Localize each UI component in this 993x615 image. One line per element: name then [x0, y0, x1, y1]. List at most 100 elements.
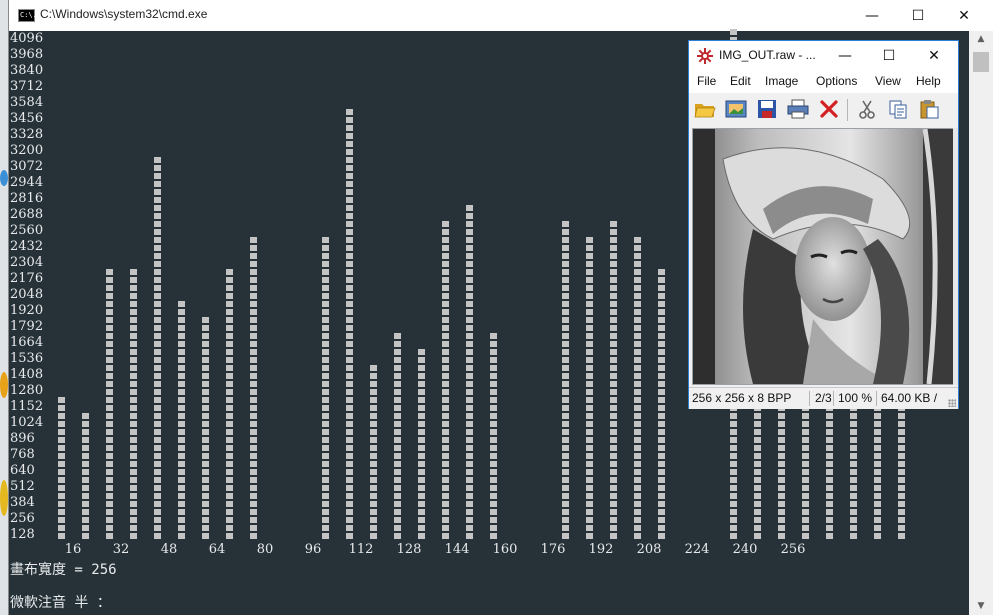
paste-icon[interactable] — [917, 97, 941, 121]
histogram-bar — [57, 397, 65, 541]
y-tick-label: 3200 — [10, 143, 44, 158]
viewer-menubar: File Edit Image Options View Help — [689, 71, 958, 93]
cmd-titlebar[interactable]: C:\. C:\Windows\system32\cmd.exe — ☐ ✕ — [9, 0, 993, 31]
x-tick-label: 32 — [112, 542, 130, 557]
viewer-scrollbar[interactable] — [953, 128, 958, 385]
y-tick-label: 1792 — [10, 319, 44, 334]
x-tick-label: 112 — [348, 542, 374, 557]
histogram-bar — [897, 397, 905, 541]
y-tick-label: 3328 — [10, 127, 44, 142]
viewer-minimize-button[interactable]: — — [825, 41, 865, 71]
histogram-bar — [393, 333, 401, 541]
y-tick-label: 1024 — [10, 415, 44, 430]
histogram-bar — [585, 237, 593, 541]
y-tick-label: 3968 — [10, 47, 44, 62]
cut-icon[interactable] — [855, 97, 879, 121]
viewer-maximize-button[interactable]: ☐ — [869, 41, 909, 71]
x-tick-label: 176 — [540, 542, 566, 557]
status-separator — [809, 391, 810, 406]
y-tick-label: 1664 — [10, 335, 44, 350]
x-tick-label: 80 — [256, 542, 274, 557]
menu-help[interactable]: Help — [916, 74, 941, 88]
x-tick-label: 96 — [304, 542, 322, 557]
histogram-bar — [657, 269, 665, 541]
cmd-title: C:\Windows\system32\cmd.exe — [40, 7, 208, 21]
histogram-bar — [417, 349, 425, 541]
y-tick-label: 1920 — [10, 303, 44, 318]
scroll-up-arrow[interactable]: ▲ — [969, 31, 993, 48]
background-icon — [0, 372, 8, 398]
image-canvas[interactable] — [692, 128, 956, 385]
histogram-bar — [441, 221, 449, 541]
background-icon — [0, 170, 8, 186]
resize-grip[interactable] — [948, 399, 956, 407]
y-tick-label: 1536 — [10, 351, 44, 366]
y-tick-label: 4096 — [10, 31, 44, 46]
scroll-down-arrow[interactable]: ▼ — [969, 598, 993, 615]
open-folder-icon[interactable] — [693, 97, 717, 121]
histogram-bar — [105, 269, 113, 541]
scroll-thumb[interactable] — [973, 52, 989, 72]
histogram-bar — [345, 109, 353, 541]
menu-view[interactable]: View — [875, 74, 901, 88]
menu-edit[interactable]: Edit — [730, 74, 751, 88]
histogram-bar — [753, 397, 761, 541]
console-icon: C:\. — [18, 9, 37, 22]
x-tick-label: 256 — [780, 542, 806, 557]
copy-icon[interactable] — [886, 97, 910, 121]
y-tick-label: 2816 — [10, 191, 44, 206]
histogram-bar — [129, 269, 137, 541]
histogram-bar — [225, 269, 233, 541]
slideshow-icon[interactable] — [724, 97, 748, 121]
save-icon[interactable] — [755, 97, 779, 121]
maximize-button[interactable]: ☐ — [895, 0, 941, 31]
histogram-bar — [153, 157, 161, 541]
print-icon[interactable] — [786, 97, 810, 121]
y-tick-label: 3584 — [10, 95, 44, 110]
ime-status-line: 微軟注音 半 ： — [10, 595, 111, 611]
vertical-scrollbar[interactable]: ▲ ▼ — [969, 31, 993, 615]
canvas-width-line: 畫布寬度 = 256 — [10, 562, 117, 578]
y-tick-label: 128 — [10, 527, 35, 542]
viewer-close-button[interactable]: ✕ — [914, 41, 954, 71]
close-button[interactable]: ✕ — [941, 0, 987, 31]
status-filesize: 64.00 KB / — [881, 391, 938, 405]
histogram-bar — [321, 237, 329, 541]
y-tick-label: 2944 — [10, 175, 44, 190]
x-tick-label: 144 — [444, 542, 470, 557]
y-tick-label: 3072 — [10, 159, 44, 174]
y-tick-label: 640 — [10, 463, 35, 478]
status-zoom: 100 % — [838, 391, 873, 405]
minimize-button[interactable]: — — [849, 0, 895, 31]
x-tick-label: 16 — [64, 542, 82, 557]
histogram-bar — [801, 397, 809, 541]
histogram-bar — [873, 397, 881, 541]
irfanview-icon — [697, 48, 713, 64]
viewer-title: IMG_OUT.raw - ... — [719, 48, 816, 62]
viewer-toolbar — [689, 93, 958, 126]
menu-file[interactable]: File — [697, 74, 716, 88]
background-edge — [0, 0, 8, 615]
menu-image[interactable]: Image — [765, 74, 798, 88]
histogram-bar — [609, 221, 617, 541]
histogram-bar — [201, 317, 209, 541]
status-index: 2/3 — [815, 391, 832, 405]
y-tick-label: 2560 — [10, 223, 44, 238]
viewer-titlebar[interactable]: IMG_OUT.raw - ... — ☐ ✕ — [689, 41, 958, 71]
menu-options[interactable]: Options — [816, 74, 857, 88]
histogram-bar — [81, 413, 89, 541]
x-tick-label: 240 — [732, 542, 758, 557]
y-tick-label: 256 — [10, 511, 35, 526]
delete-icon[interactable] — [817, 97, 841, 121]
x-tick-label: 160 — [492, 542, 518, 557]
y-tick-label: 2048 — [10, 287, 44, 302]
histogram-bar — [849, 397, 857, 541]
y-tick-label: 384 — [10, 495, 35, 510]
background-icon — [0, 480, 8, 516]
histogram-bar — [369, 365, 377, 541]
status-separator — [833, 391, 834, 406]
y-tick-label: 3840 — [10, 63, 44, 78]
x-tick-label: 224 — [684, 542, 710, 557]
y-tick-label: 2688 — [10, 207, 44, 222]
y-tick-label: 2176 — [10, 271, 44, 286]
